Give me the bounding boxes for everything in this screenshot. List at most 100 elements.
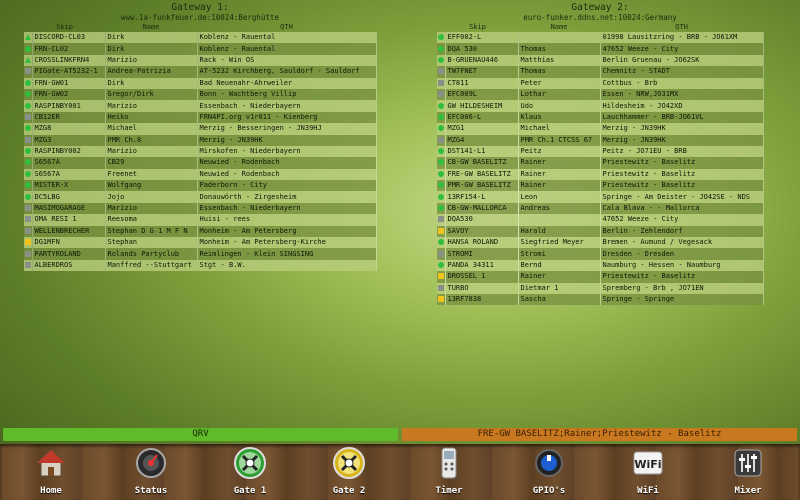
table-row[interactable]: FRN-GW02 Gregor/Dirk Bonn - Wachtberg Vill… bbox=[24, 88, 377, 101]
skip-cell: MASIMOGARAGE bbox=[32, 202, 106, 215]
skip-cell: TW7FNET bbox=[445, 66, 519, 78]
table-row[interactable]: STROMI Stromi Dresden - Dresden bbox=[437, 248, 764, 260]
status-cell bbox=[437, 202, 446, 215]
qth-cell: AT-5232 Kirchberg, Sauldorf - Sauldorf bbox=[197, 66, 377, 78]
dock-status-button[interactable]: Status bbox=[111, 446, 191, 496]
dock-wifi-button[interactable]: WiFi WiFi bbox=[608, 446, 688, 496]
status-cell bbox=[437, 123, 446, 135]
dock-status-label: Status bbox=[134, 486, 168, 496]
table-row[interactable]: S6567A CB29 Neuwied - Rodenbach bbox=[24, 157, 377, 169]
table-row[interactable]: B-GRUENAU446 Matthias Berlin Gruenau - JO6… bbox=[437, 54, 764, 67]
table-row[interactable]: PIGate-AT5232-1 Andrea-Patrizia AT-5232 Ki… bbox=[24, 66, 377, 78]
table-row[interactable]: ALBERDROS Manffred --Stuttgart Stgt - B.W. bbox=[24, 259, 377, 272]
table-row[interactable]: RASPINBY002 Marizio Mirskofen - Niederbaye… bbox=[24, 145, 377, 158]
qth-cell: Merzig - Besseringen - JN39HJ bbox=[197, 123, 377, 135]
table-row[interactable]: FRN-GW01 Dirk Bad Neuenahr-Ahrweiler bbox=[24, 77, 377, 89]
qth-cell: Reimlingen - Klein SINGSING bbox=[197, 248, 377, 260]
qth-cell: Priestewitz - Baselitz bbox=[600, 168, 764, 181]
table-row[interactable]: PMR-GW BASELITZ Rainer Priestewitz - Basel… bbox=[437, 180, 764, 192]
table-row[interactable]: CROSSLINKFRN4 Marizio Rack - Win OS bbox=[24, 54, 377, 67]
status-cell bbox=[437, 225, 446, 238]
status-grey-icon bbox=[438, 250, 444, 257]
table-row[interactable]: OMA RESI 1 Reesoma Huisi - rees bbox=[24, 214, 377, 226]
qth-cell: 47652 Weeze - City bbox=[600, 214, 764, 226]
status-green-icon bbox=[438, 148, 444, 155]
skip-cell: OMA RESI 1 bbox=[32, 214, 106, 226]
table-row[interactable]: DROSSEL 1 Rainer Priestewitz - Baselitz bbox=[437, 271, 764, 283]
status-green-icon bbox=[438, 113, 444, 120]
table-row[interactable]: SAVOY Harald Berlin - Zehlendorf bbox=[437, 225, 764, 238]
table-row[interactable]: PANDA 34311 Bernd Naumburg - Hessen - Naum… bbox=[437, 259, 764, 272]
status-grey-icon bbox=[438, 136, 444, 143]
status-green-icon bbox=[438, 205, 444, 212]
table-row[interactable]: DQA530 47652 Weeze - City bbox=[437, 214, 764, 226]
qth-cell: Bonn - Wachtberg Villip bbox=[197, 88, 377, 101]
gateway-1-panel: Gateway 1: www.1a-funkfeuer.de:10024:Ber… bbox=[24, 0, 377, 272]
table-row[interactable]: TURBO Dietmar 1 Spremberg - Brb , JO71EN bbox=[437, 282, 764, 294]
table-row[interactable]: DG1MFN Stephan Monheim - Am Petersberg-Kir… bbox=[24, 237, 377, 249]
name-cell: Gregor/Dirk bbox=[105, 88, 198, 101]
table-row[interactable]: DQA 530 Thomas 47652 Weeze - City bbox=[437, 43, 764, 55]
qrv-status-bar: QRV bbox=[3, 428, 398, 441]
table-row[interactable]: CB-GW-MALLORCA Andreas Cala Blava - - Mall… bbox=[437, 202, 764, 215]
table-row[interactable]: GW HILDESHEIM Udo Hildesheim - JO42XD bbox=[437, 100, 764, 112]
table-row[interactable]: WELLENBRECHER Stephan D G 1 M F N Monheim … bbox=[24, 225, 377, 238]
table-row[interactable]: EFC009L Lothar Essen - NRW,JO31MX bbox=[437, 88, 764, 101]
status-green-icon bbox=[438, 262, 444, 268]
gpio-icon bbox=[535, 449, 563, 477]
gateway-2-table: EFF002-L 01998 Lausitzring - BRB - JO61XM… bbox=[437, 32, 764, 306]
status-cell bbox=[437, 293, 446, 306]
table-row[interactable]: EFC006-L Klaus Lauchhammer - BRB-JO61VL bbox=[437, 111, 764, 124]
dock-timer-button[interactable]: Timer bbox=[409, 446, 489, 496]
table-row[interactable]: 13RF7838 Sascha Springe - Springe bbox=[437, 293, 764, 306]
table-row[interactable]: CB-GW BASELITZ Rainer Priestewitz - Baseli… bbox=[437, 157, 764, 169]
status-grey-icon bbox=[25, 227, 31, 234]
status-cell bbox=[437, 180, 446, 192]
table-row[interactable]: PARTYROLAND Rolands Partyclub Reimlingen -… bbox=[24, 248, 377, 260]
name-cell: Klaus bbox=[518, 111, 601, 124]
table-row[interactable]: DC5LBG Jojo Donauwörth - Zirgesheim bbox=[24, 191, 377, 203]
status-cell bbox=[437, 88, 446, 101]
dock-gate1-button[interactable]: Gate 1 bbox=[210, 446, 290, 496]
qth-cell: Neuwied - Rodenbach bbox=[197, 168, 377, 181]
table-row[interactable]: CT811 Peter Cottbus - Brb bbox=[437, 77, 764, 89]
dock-mixer-button[interactable]: Mixer bbox=[708, 446, 788, 496]
table-row[interactable]: FRE-GW BASELITZ Rainer Priestewitz - Basel… bbox=[437, 168, 764, 181]
table-row[interactable]: TW7FNET Thomas Chemnitz - STADT bbox=[437, 66, 764, 78]
qth-cell: Merzig - JN39HK bbox=[600, 134, 764, 146]
table-row[interactable]: MZG3 PMR Ch.8 Merzig - JN39HK bbox=[24, 134, 377, 146]
status-cell bbox=[437, 100, 446, 112]
table-row[interactable]: MZG8 Michael Merzig - Besseringen - JN39HJ bbox=[24, 123, 377, 135]
table-row[interactable]: RASPINBY001 Marizio Essenbach - Niederbaye… bbox=[24, 100, 377, 112]
gateway-2-panel: Gateway 2: euro-funker.ddns.net:10024:Ge… bbox=[437, 0, 764, 306]
table-row[interactable]: MZG4 PMR Ch.1 CTCSS 67 Merzig - JN39HK bbox=[437, 134, 764, 146]
table-row[interactable]: S6567A Freenet Neuwied - Rodenbach bbox=[24, 168, 377, 181]
skip-cell: DISCORD-CL03 bbox=[32, 32, 106, 44]
status-cell bbox=[24, 145, 33, 158]
status-cell bbox=[24, 32, 33, 44]
table-row[interactable]: MASIMOGARAGE Marizio Essenbach - Niederbay… bbox=[24, 202, 377, 215]
qth-cell: Merzig - JN39HK bbox=[197, 134, 377, 146]
table-row[interactable]: HANSA ROLAND Siegfried Meyer Bremen - Aumu… bbox=[437, 237, 764, 249]
skip-cell: FRN-GW02 bbox=[32, 88, 106, 101]
name-cell: Michael bbox=[518, 123, 601, 135]
table-row[interactable]: MISTER-X Wolfgang Paderborn - City bbox=[24, 180, 377, 192]
table-row[interactable]: CB12ER Heiko FRN4PI.org v1r011 - Kienberg bbox=[24, 111, 377, 124]
table-row[interactable]: DISCORD-CL03 Dirk Koblenz - Rauental bbox=[24, 32, 377, 44]
home-icon bbox=[35, 449, 67, 477]
dock-gate2-button[interactable]: Gate 2 bbox=[309, 446, 389, 496]
qth-cell: Mirskofen - Niederbayern bbox=[197, 145, 377, 158]
table-row[interactable]: DST141-L1 Peitz Peitz - JO71EU - BRB bbox=[437, 145, 764, 158]
table-row[interactable]: 13RF154-L Leon Springe - Am Deister - JO42… bbox=[437, 191, 764, 203]
table-row[interactable]: FRN-CL02 Dirk Koblenz - Rauental bbox=[24, 43, 377, 55]
table-row[interactable]: EFF002-L 01998 Lausitzring - BRB - JO61XM bbox=[437, 32, 764, 44]
name-cell: Andreas bbox=[518, 202, 601, 215]
status-green-icon bbox=[438, 159, 444, 166]
dock-home-button[interactable]: Home bbox=[11, 446, 91, 496]
dock-gpio-button[interactable]: GPIO's bbox=[509, 446, 589, 496]
name-cell bbox=[518, 214, 601, 226]
status-cell bbox=[437, 43, 446, 55]
skip-cell: MZG8 bbox=[32, 123, 106, 135]
table-row[interactable]: MZG1 Michael Merzig - JN39HK bbox=[437, 123, 764, 135]
skip-cell: DQA530 bbox=[445, 214, 519, 226]
